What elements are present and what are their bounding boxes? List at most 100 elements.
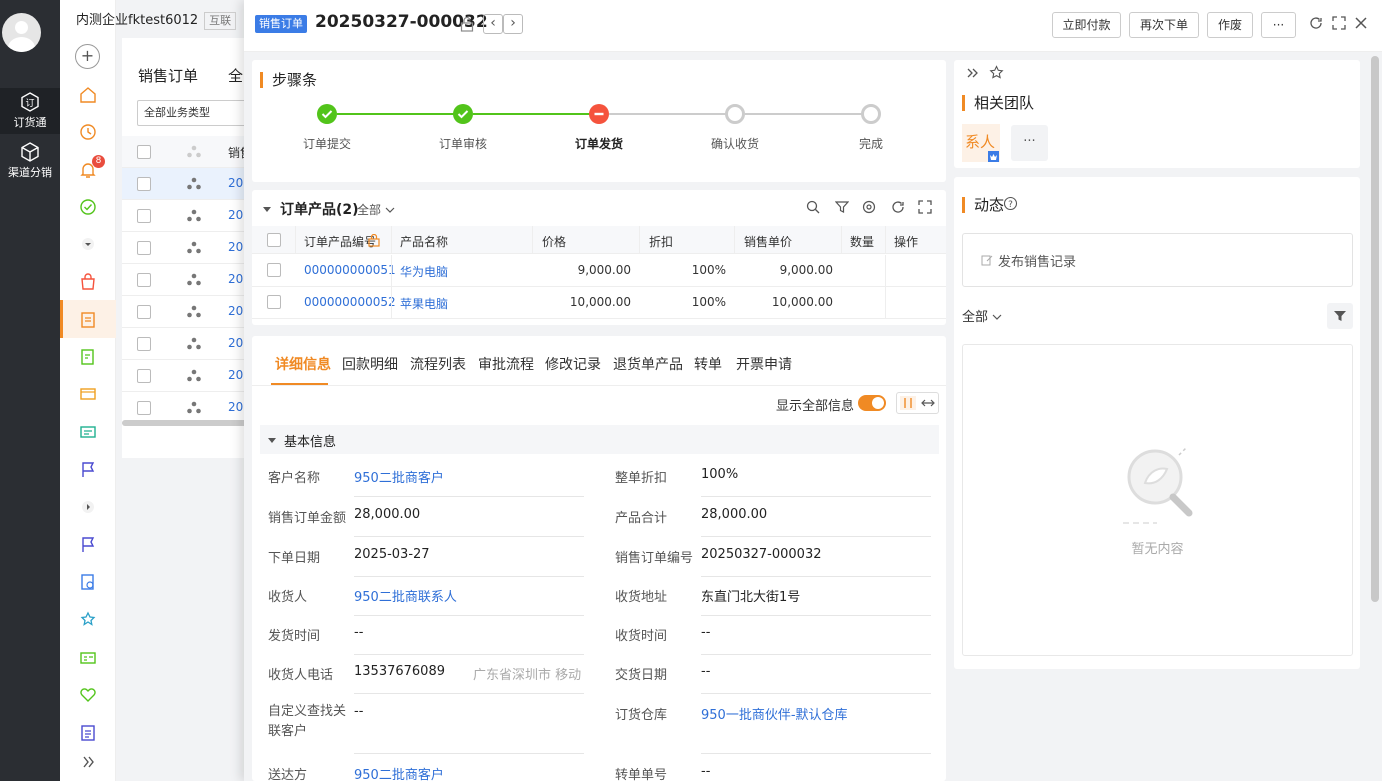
tab-invoice[interactable]: 开票申请 <box>736 354 792 374</box>
show-all-toggle[interactable] <box>858 395 886 411</box>
activity-filter[interactable]: 全部 <box>962 306 1002 325</box>
row-checkbox[interactable] <box>137 273 151 287</box>
expand-width-icon[interactable] <box>921 397 935 409</box>
row-checkbox[interactable] <box>137 369 151 383</box>
field-row: 收货时间 -- <box>615 615 935 655</box>
caret-down-icon[interactable] <box>78 234 98 254</box>
select-all-checkbox[interactable] <box>137 145 151 159</box>
clock-icon[interactable] <box>78 122 98 142</box>
nav-item-channel[interactable]: 渠道分销 <box>0 142 60 186</box>
void-button[interactable]: 作废 <box>1207 12 1253 38</box>
field-value[interactable]: 950二批商联系人 <box>354 586 457 605</box>
field-value[interactable]: 950二批商客户 <box>354 467 444 486</box>
refresh-icon[interactable] <box>1309 16 1323 30</box>
field-value[interactable]: 950二批商客户 <box>354 764 444 781</box>
tab-process[interactable]: 流程列表 <box>410 354 466 374</box>
products-filter[interactable]: 全部 <box>357 201 395 218</box>
fullscreen-icon[interactable] <box>1332 16 1346 30</box>
reorder-button[interactable]: 再次下单 <box>1129 12 1199 38</box>
table-row[interactable]: 000000000052 苹果电脑 10,000.00 100% 10,000.… <box>252 287 946 319</box>
more-actions-button[interactable]: ··· <box>1261 12 1296 38</box>
expand-nav-icon[interactable] <box>78 752 98 772</box>
product-name-link[interactable]: 苹果电脑 <box>400 295 448 312</box>
card-icon[interactable] <box>78 384 98 404</box>
flag-icon[interactable] <box>78 535 98 555</box>
layout-switch[interactable] <box>896 392 939 414</box>
row-checkbox[interactable] <box>137 305 151 319</box>
collapse-panel-icon[interactable] <box>966 67 980 79</box>
list-item[interactable]: 202 <box>122 200 252 232</box>
next-record-button[interactable]: › <box>503 14 523 34</box>
tab-return-products[interactable]: 退货单产品 <box>613 354 683 374</box>
list-item[interactable]: 202 <box>122 264 252 296</box>
list-item[interactable]: 202 <box>122 232 252 264</box>
id-card-icon[interactable] <box>78 648 98 668</box>
fullscreen-icon[interactable] <box>918 200 932 214</box>
nav-item-order[interactable]: 订 订货通 <box>0 88 60 134</box>
tab-transfer[interactable]: 转单 <box>694 354 722 374</box>
tab-history[interactable]: 修改记录 <box>545 354 601 374</box>
field-value[interactable]: 950一批商伙伴-默认仓库 <box>701 704 848 723</box>
list-item[interactable]: 202 <box>122 296 252 328</box>
bag-icon[interactable] <box>78 272 98 292</box>
star-icon[interactable] <box>989 65 1004 80</box>
product-price: 9,000.00 <box>577 263 631 277</box>
row-checkbox[interactable] <box>137 337 151 351</box>
product-name-link[interactable]: 华为电脑 <box>400 263 448 280</box>
product-code-link[interactable]: 000000000051 <box>304 263 396 277</box>
field-value: 20250327-000032 <box>701 547 822 562</box>
two-column-icon[interactable] <box>900 396 916 410</box>
row-checkbox[interactable] <box>137 401 151 415</box>
pay-now-button[interactable]: 立即付款 <box>1052 12 1121 38</box>
row-checkbox[interactable] <box>137 241 151 255</box>
doc-settings-icon[interactable] <box>78 572 98 592</box>
doc-check-icon[interactable] <box>78 347 98 367</box>
heart-icon[interactable] <box>78 685 98 705</box>
search-icon[interactable] <box>806 200 820 214</box>
row-checkbox[interactable] <box>267 263 281 277</box>
report-icon[interactable] <box>78 723 98 743</box>
field-value: 100% <box>701 467 739 482</box>
tab-details[interactable]: 详细信息 <box>275 354 331 374</box>
row-checkbox[interactable] <box>137 209 151 223</box>
field-label: 转单单号 <box>615 768 668 781</box>
collapse-icon[interactable] <box>267 435 277 445</box>
settings-icon[interactable] <box>862 200 876 214</box>
products-table-header: 订单产品编号 产品名称 价格 折扣 销售单价 数量 操作 <box>252 226 946 254</box>
list-item[interactable]: 202 <box>122 360 252 392</box>
team-member-avatar[interactable]: 系人 <box>962 124 1000 162</box>
close-icon[interactable] <box>1354 16 1368 30</box>
star-settings-icon[interactable] <box>78 610 98 630</box>
tab-approval[interactable]: 审批流程 <box>478 354 534 374</box>
row-checkbox[interactable] <box>267 295 281 309</box>
vertical-scrollbar[interactable] <box>1371 56 1379 602</box>
tab-payments[interactable]: 回款明细 <box>342 354 398 374</box>
clipboard-icon[interactable] <box>78 310 98 330</box>
horizontal-scrollbar[interactable] <box>122 420 252 426</box>
team-more-button[interactable]: ··· <box>1011 125 1048 161</box>
home-icon[interactable] <box>78 85 98 105</box>
message-icon[interactable] <box>78 422 98 442</box>
collapse-icon[interactable] <box>262 204 272 214</box>
refresh-icon[interactable] <box>891 200 905 214</box>
section-header[interactable]: 基本信息 <box>260 425 939 454</box>
add-button[interactable]: + <box>75 44 100 69</box>
unlock-icon[interactable] <box>460 16 474 32</box>
post-record-box[interactable]: 发布销售记录 <box>962 233 1353 287</box>
list-title-tab[interactable]: 全 <box>228 65 243 86</box>
select-all-checkbox[interactable] <box>267 233 281 247</box>
activity-filter-button[interactable] <box>1327 303 1353 329</box>
list-item[interactable]: 202 <box>122 328 252 360</box>
row-checkbox[interactable] <box>137 177 151 191</box>
product-code-link[interactable]: 000000000052 <box>304 295 396 309</box>
table-row[interactable]: 000000000051 华为电脑 9,000.00 100% 9,000.00 <box>252 255 946 287</box>
flag-icon[interactable] <box>78 460 98 480</box>
filter-icon[interactable] <box>835 200 849 214</box>
help-icon[interactable]: ? <box>1003 196 1018 211</box>
list-item[interactable]: 202 <box>122 168 252 200</box>
business-type-select[interactable]: 全部业务类型 <box>137 100 257 126</box>
caret-right-icon[interactable] <box>78 497 98 517</box>
avatar[interactable] <box>2 13 41 52</box>
check-icon[interactable] <box>78 197 98 217</box>
prev-record-button[interactable]: ‹ <box>483 14 503 34</box>
